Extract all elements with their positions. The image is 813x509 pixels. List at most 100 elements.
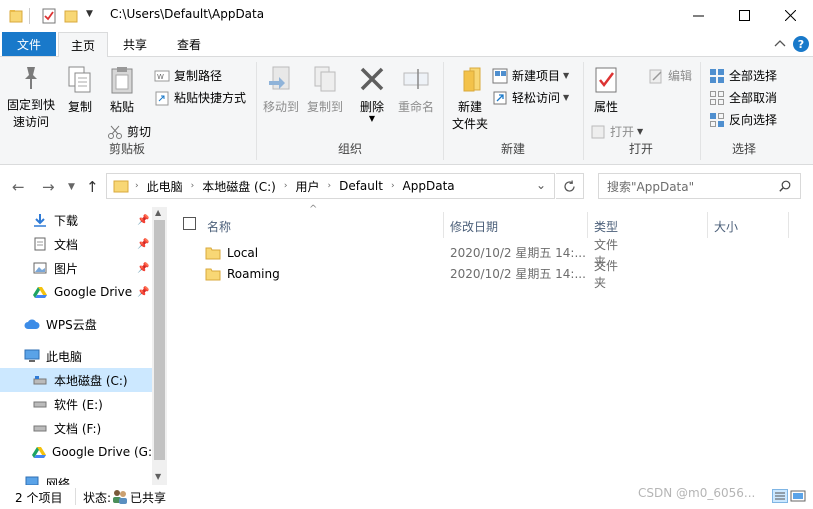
sidebar-item-wps-cloud[interactable]: WPS云盘: [0, 312, 152, 336]
tab-share[interactable]: 共享: [112, 32, 158, 57]
easy-access-button[interactable]: 轻松访问 ▼: [492, 89, 569, 106]
ribbon-tabs: 文件 主页 共享 查看: [0, 31, 813, 57]
table-row[interactable]: Local 2020/10/2 星期五 14:... 文件夹: [203, 238, 623, 269]
sidebar-item-documents[interactable]: 文档 📌: [0, 232, 152, 256]
new-item-button[interactable]: 新建项目 ▼: [492, 67, 569, 84]
select-all-checkbox[interactable]: [183, 217, 196, 230]
sidebar-item-downloads[interactable]: 下载 📌: [0, 208, 152, 232]
rename-icon: [403, 69, 429, 89]
sidebar-item-drive-f[interactable]: 文档 (F:): [0, 416, 152, 440]
tab-home[interactable]: 主页: [58, 32, 108, 57]
cut-button[interactable]: 剪切: [107, 123, 151, 140]
column-header-name[interactable]: 名称: [207, 213, 443, 239]
table-row[interactable]: Roaming 2020/10/2 星期五 14:... 文件夹: [203, 259, 623, 290]
column-divider[interactable]: [788, 212, 789, 238]
pin-icon[interactable]: 📌: [137, 239, 149, 250]
pin-icon[interactable]: 📌: [137, 215, 149, 226]
search-placeholder: 搜索"AppData": [607, 179, 695, 194]
new-folder-button[interactable]: 新建 文件夹: [448, 65, 492, 133]
close-icon: [784, 10, 796, 21]
scroll-up-icon[interactable]: ▲: [155, 208, 161, 217]
delete-button[interactable]: 删除 ▼: [355, 65, 389, 123]
column-divider[interactable]: [587, 212, 588, 238]
search-input[interactable]: 搜索"AppData": [598, 173, 801, 199]
paste-button[interactable]: 粘贴: [104, 65, 140, 116]
large-icons-view-icon[interactable]: [790, 489, 806, 503]
sidebar-item-network[interactable]: 网络: [0, 471, 152, 485]
copy-icon: [68, 66, 91, 93]
new-folder-label-line2: 文件夹: [451, 117, 488, 131]
sidebar-item-label: Google Drive (G:: [52, 445, 152, 459]
copy-button[interactable]: 复制: [62, 65, 98, 116]
copy-to-label: 复制到: [306, 100, 343, 114]
maximize-button[interactable]: [721, 0, 767, 31]
sidebar-scrollbar-thumb[interactable]: [154, 220, 165, 460]
breadcrumb-item[interactable]: Default: [339, 179, 383, 193]
properties-button[interactable]: 属性: [588, 65, 624, 116]
sidebar-item-label: 软件 (E:): [54, 397, 103, 412]
sidebar-item-local-disk-c[interactable]: 本地磁盘 (C:): [0, 368, 152, 392]
details-view-icon[interactable]: [772, 489, 788, 503]
refresh-button[interactable]: [556, 173, 584, 199]
edit-label: 编辑: [668, 69, 693, 83]
rename-button[interactable]: 重命名: [393, 65, 439, 116]
watermark: CSDN @m0_6056...: [638, 486, 756, 500]
select-none-button[interactable]: 全部取消: [709, 89, 777, 106]
copy-to-button[interactable]: 复制到: [305, 65, 345, 116]
pin-quick-access-button[interactable]: 固定到快 速访问: [6, 65, 56, 131]
move-to-button[interactable]: 移动到: [261, 65, 301, 116]
copy-path-button[interactable]: W 复制路径: [154, 67, 222, 84]
tab-view[interactable]: 查看: [166, 32, 212, 57]
pin-icon[interactable]: 📌: [137, 263, 149, 274]
pin-icon[interactable]: 📌: [137, 287, 149, 298]
file-name: Roaming: [227, 266, 280, 281]
new-group-label: 新建: [500, 142, 525, 156]
chevron-right-icon[interactable]: ›: [391, 181, 395, 191]
tab-file[interactable]: 文件: [2, 32, 56, 56]
sidebar-item-pictures[interactable]: 图片 📌: [0, 256, 152, 280]
file-type: 文件夹: [594, 258, 619, 290]
open-button[interactable]: 打开 ▼: [590, 123, 643, 140]
new-group: 新建 文件夹 新建项目 ▼ 轻松访问 ▼ 新建: [444, 61, 582, 161]
properties-icon[interactable]: [42, 8, 56, 24]
new-folder-label-line1: 新建: [457, 100, 482, 114]
forward-icon[interactable]: →: [42, 178, 55, 196]
new-item-icon: [492, 68, 508, 83]
chevron-down-icon[interactable]: ⌄: [536, 178, 546, 192]
edit-button[interactable]: 编辑: [648, 67, 692, 84]
column-header-size[interactable]: 大小: [714, 213, 788, 239]
close-button[interactable]: [767, 0, 813, 31]
help-icon[interactable]: ?: [793, 36, 809, 52]
sidebar-item-google-drive[interactable]: Google Drive 📌: [0, 280, 152, 304]
chevron-right-icon[interactable]: ›: [327, 181, 331, 191]
computer-icon: [24, 348, 40, 364]
paste-shortcut-button[interactable]: 粘贴快捷方式: [154, 89, 246, 106]
breadcrumb-item[interactable]: 用户: [295, 178, 319, 195]
delete-icon: [360, 67, 384, 91]
drive-icon: [32, 420, 48, 436]
sidebar-item-google-drive-g[interactable]: Google Drive (G:: [0, 440, 152, 464]
breadcrumb-item[interactable]: 本地磁盘 (C:): [202, 178, 276, 195]
chevron-up-icon[interactable]: [774, 38, 786, 48]
sidebar-item-drive-e[interactable]: 软件 (E:): [0, 392, 152, 416]
address-bar[interactable]: › 此电脑 › 本地磁盘 (C:) › 用户 › Default › AppDa…: [106, 173, 555, 199]
column-header-date[interactable]: 修改日期: [450, 213, 587, 239]
minimize-button[interactable]: [675, 0, 721, 31]
breadcrumb-item[interactable]: 此电脑: [147, 178, 183, 195]
chevron-right-icon[interactable]: ›: [191, 181, 195, 191]
column-divider[interactable]: [443, 212, 444, 238]
sidebar-item-this-pc[interactable]: 此电脑: [0, 344, 152, 368]
chevron-right-icon[interactable]: ›: [284, 181, 288, 191]
select-all-button[interactable]: 全部选择: [709, 67, 777, 84]
invert-selection-button[interactable]: 反向选择: [709, 111, 777, 128]
copy-label: 复制: [67, 100, 92, 114]
customize-quick-access-icon[interactable]: ▼: [86, 9, 93, 19]
new-folder-icon[interactable]: [64, 8, 78, 24]
scroll-down-icon[interactable]: ▼: [155, 472, 161, 481]
breadcrumb-item[interactable]: AppData: [403, 179, 455, 193]
back-icon[interactable]: ←: [12, 178, 25, 196]
up-icon[interactable]: ↑: [86, 178, 99, 196]
column-divider[interactable]: [707, 212, 708, 238]
paste-label: 粘贴: [109, 100, 134, 114]
recent-locations-icon[interactable]: ▼: [68, 182, 75, 192]
